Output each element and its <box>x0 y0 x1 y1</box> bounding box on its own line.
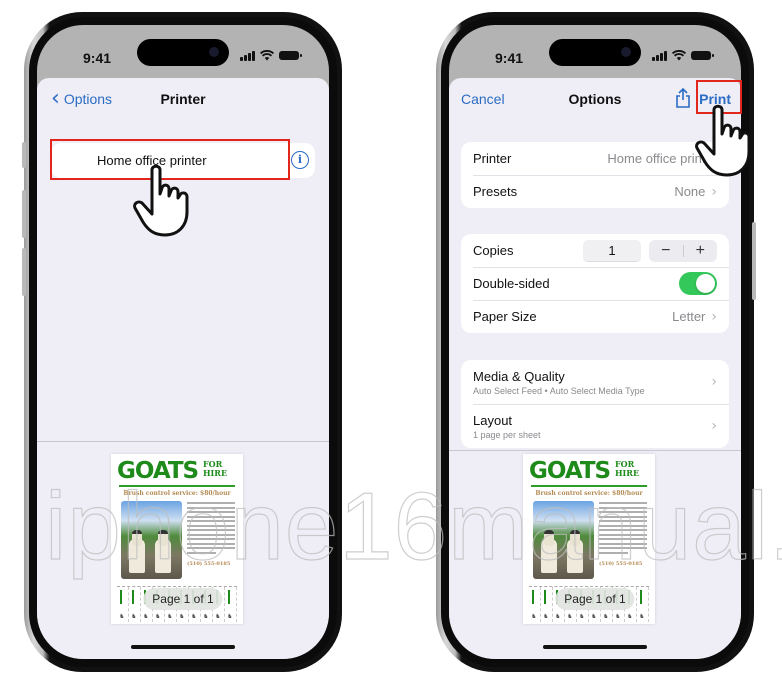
wifi-icon <box>260 50 274 61</box>
double-sided-row: Double-sided <box>461 267 729 300</box>
media-quality-row[interactable]: Media & Quality Auto Select Feed • Auto … <box>461 360 729 404</box>
presets-value: None <box>674 184 706 199</box>
copies-input[interactable]: 1 <box>583 239 641 262</box>
printer-row[interactable]: Printer Home office printer <box>461 142 729 175</box>
chevron-right-icon: › <box>711 183 717 200</box>
page-indicator: Page 1 of 1 <box>143 588 223 610</box>
copies-stepper[interactable]: − + <box>649 239 718 262</box>
screen-left: 9:41 ‹ Options Printer Home office print… <box>37 25 329 659</box>
flyer-title: GOATS <box>529 458 611 484</box>
dynamic-island <box>549 39 641 66</box>
paper-size-value: Letter <box>672 309 706 324</box>
presets-row[interactable]: Presets None › <box>461 175 729 208</box>
copies-label: Copies <box>473 243 514 258</box>
dynamic-island <box>137 39 229 66</box>
flyer-phone: (510) 555-0185 <box>599 561 643 567</box>
status-time: 9:41 <box>495 50 524 66</box>
volume-up-button <box>22 190 26 238</box>
flyer-rule <box>531 485 647 487</box>
media-quality-sub: Auto Select Feed • Auto Select Media Typ… <box>473 385 645 396</box>
printer-settings-group: Printer Home office printer Presets None… <box>461 142 729 208</box>
nav-bar: ‹ Options Printer <box>37 78 329 120</box>
volume-down-button <box>22 248 26 296</box>
chevron-right-icon: › <box>711 374 717 390</box>
copies-settings-group: Copies 1 − + Double-sided Paper Size Let… <box>461 234 729 333</box>
flyer-for-hire: FOR HIRE <box>615 459 640 478</box>
flyer-body-text <box>599 502 647 556</box>
flyer-body-text <box>187 502 235 556</box>
wifi-icon <box>672 50 686 61</box>
chevron-right-icon: › <box>711 308 717 325</box>
flyer-for-hire: FOR HIRE <box>203 459 228 478</box>
screen-right: 9:41 Cancel Options Print Printer Home o… <box>449 25 741 659</box>
media-quality-label: Media & Quality <box>473 368 565 384</box>
action-button <box>22 142 26 168</box>
paper-size-row[interactable]: Paper Size Letter › <box>461 300 729 333</box>
layout-sub: 1 page per sheet <box>473 429 541 440</box>
double-sided-label: Double-sided <box>473 276 550 291</box>
print-highlight-box <box>696 80 742 114</box>
presets-label: Presets <box>473 184 518 199</box>
goats-photo <box>533 501 594 579</box>
cellular-signal-icon <box>652 50 667 61</box>
side-button <box>752 222 756 300</box>
chevron-right-icon: › <box>711 418 717 434</box>
home-indicator <box>543 645 647 649</box>
cellular-signal-icon <box>240 50 255 61</box>
goats-photo <box>121 501 182 579</box>
decrement-button[interactable]: − <box>649 240 683 262</box>
flyer-subtitle: Brush control service: $80/hour <box>123 490 231 497</box>
page-title: Printer <box>160 91 206 107</box>
increment-button[interactable]: + <box>684 240 718 262</box>
preview-divider <box>449 450 741 451</box>
print-options-sheet: Cancel Options Print Printer Home office… <box>449 78 741 659</box>
media-layout-group: Media & Quality Auto Select Feed • Auto … <box>461 360 729 448</box>
copies-row: Copies 1 − + <box>461 234 729 267</box>
preview-divider <box>37 441 329 442</box>
phone-left: 9:41 ‹ Options Printer Home office print… <box>22 12 342 672</box>
flyer-phone: (510) 555-0185 <box>187 561 231 567</box>
battery-icon <box>691 51 714 60</box>
flyer-title: GOATS <box>117 458 199 484</box>
info-icon[interactable]: i <box>291 151 309 169</box>
page-indicator: Page 1 of 1 <box>555 588 635 610</box>
home-indicator <box>131 645 235 649</box>
double-sided-toggle[interactable] <box>679 272 717 295</box>
printer-highlight-box <box>50 139 290 180</box>
paper-size-label: Paper Size <box>473 309 537 324</box>
printer-label: Printer <box>473 151 512 166</box>
share-icon[interactable] <box>675 88 691 108</box>
layout-row[interactable]: Layout 1 page per sheet › <box>461 404 729 448</box>
printer-value: Home office printer <box>607 151 717 166</box>
flyer-rule <box>119 485 235 487</box>
flyer-subtitle: Brush control service: $80/hour <box>535 490 643 497</box>
battery-icon <box>279 51 302 60</box>
status-time: 9:41 <box>83 50 112 66</box>
layout-label: Layout <box>473 412 513 428</box>
